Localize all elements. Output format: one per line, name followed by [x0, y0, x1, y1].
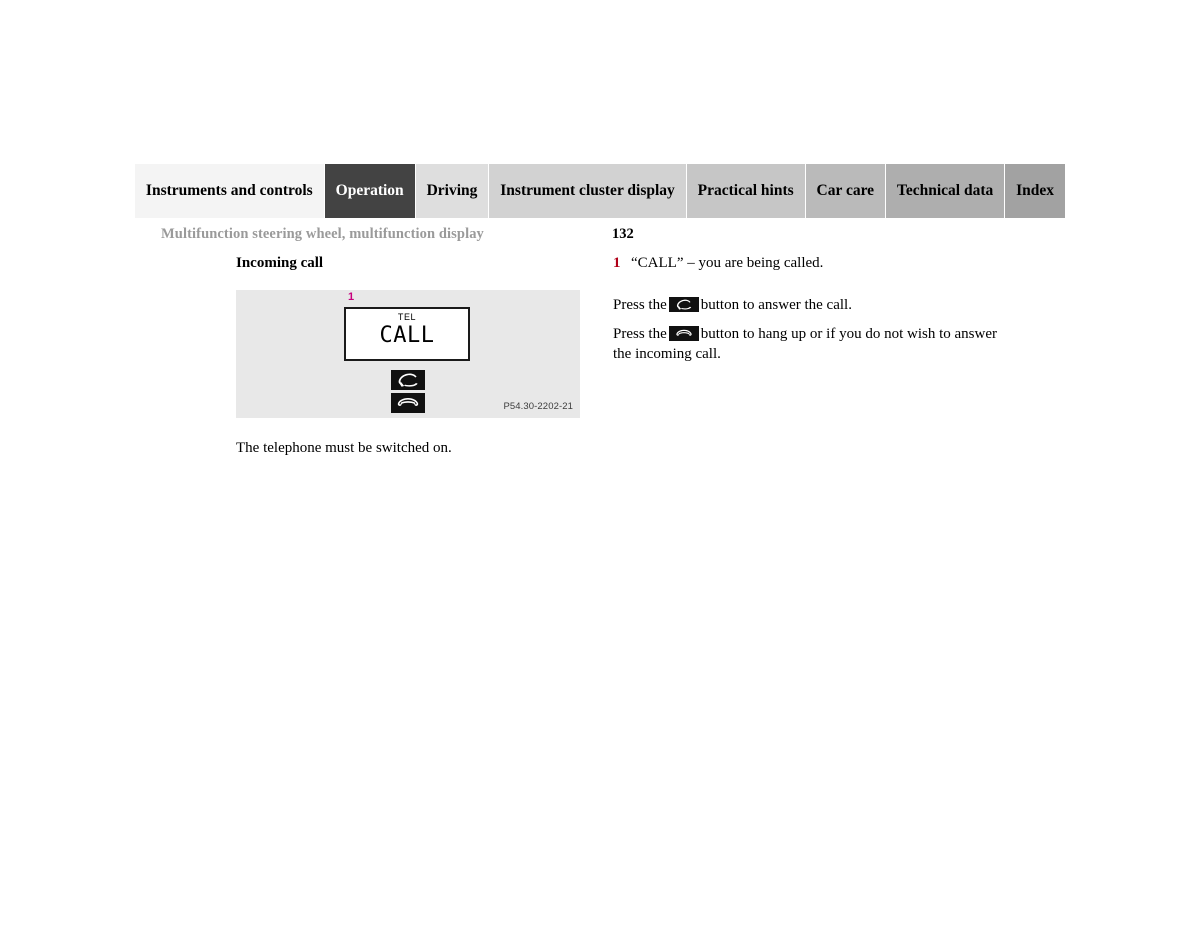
answer-call-button[interactable]	[391, 370, 425, 390]
instruction-text-after: button to answer the call.	[700, 296, 852, 313]
chapter-tab-bar: Instruments and controls Operation Driving…	[135, 164, 1065, 218]
tab-car-care[interactable]: Car care	[805, 164, 886, 218]
tab-operation[interactable]: Operation	[324, 164, 416, 218]
tab-label: Instruments and controls	[145, 182, 313, 200]
tab-driving[interactable]: Driving	[415, 164, 490, 218]
tab-label: Practical hints	[697, 182, 794, 200]
display-message-text: CALL	[379, 323, 435, 348]
tab-technical-data[interactable]: Technical data	[886, 164, 1006, 218]
right-column: 1 “CALL” – you are being called. Press t…	[613, 254, 1013, 374]
tab-instrument-cluster-display[interactable]: Instrument cluster display	[489, 164, 687, 218]
instruction-text-before: Press the	[613, 296, 667, 313]
tab-index[interactable]: Index	[1005, 164, 1065, 218]
figure-callout-1: 1	[348, 291, 355, 303]
display-mode-label: TEL	[397, 312, 417, 322]
numbered-item: 1 “CALL” – you are being called.	[613, 254, 1013, 274]
numbered-item-number: 1	[613, 255, 621, 271]
steering-wheel-key-stack	[391, 370, 425, 416]
instruction-text-before: Press the	[613, 325, 667, 342]
running-head: Multifunction steering wheel, multifunct…	[161, 226, 484, 242]
tab-label: Technical data	[896, 182, 994, 200]
figure-reference-code: P54.30-2202-21	[503, 401, 573, 412]
instruction-paragraph-answer: Press the button to answer the call.	[613, 296, 1013, 316]
tab-label: Index	[1016, 182, 1055, 200]
tab-instruments-and-controls[interactable]: Instruments and controls	[135, 164, 325, 218]
left-column: Incoming call 1 TEL CALL P54.30-2202-21 …	[236, 254, 580, 458]
numbered-item-text: “CALL” – you are being called.	[631, 255, 824, 271]
figure-incoming-call: 1 TEL CALL P54.30-2202-21	[236, 290, 580, 418]
instruction-paragraph-hangup: Press the button to hang up or if you do …	[613, 325, 1013, 365]
tab-label: Car care	[816, 182, 875, 200]
section-subheading: Incoming call	[236, 255, 324, 271]
figure-note: The telephone must be switched on.	[236, 440, 452, 456]
multifunction-display-panel: TEL CALL	[344, 307, 470, 361]
tab-practical-hints[interactable]: Practical hints	[686, 164, 806, 218]
tab-label: Instrument cluster display	[500, 182, 675, 200]
hang-up-button[interactable]	[391, 393, 425, 413]
phone-answer-key-glyph	[668, 296, 699, 312]
tab-label: Operation	[335, 182, 404, 200]
page-number: 132	[612, 226, 634, 242]
tab-label: Driving	[426, 182, 478, 200]
phone-hangup-key-glyph	[668, 325, 699, 341]
